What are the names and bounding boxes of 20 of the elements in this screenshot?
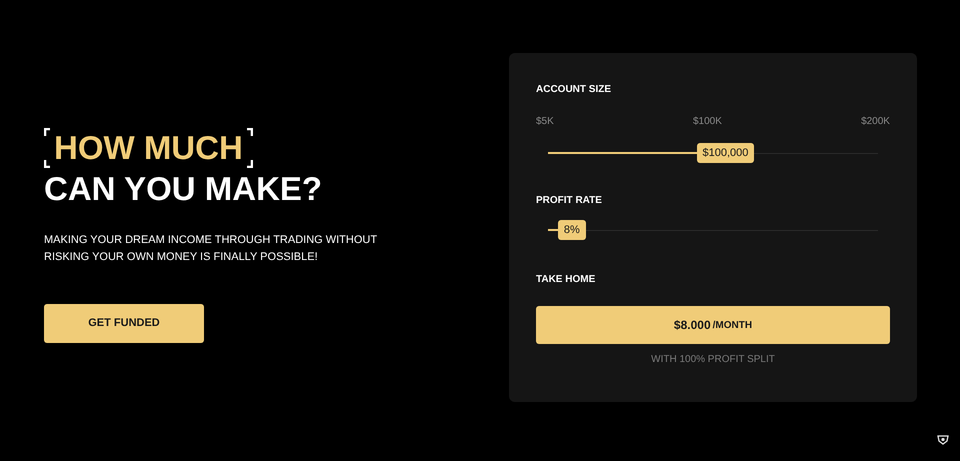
scale-label: $5K [536,115,554,129]
subtitle: MAKING YOUR DREAM INCOME THROUGH TRADING WITHOUT RISKING YOUR OWN MONEY IS FINALLY POSSIBLE! [44,233,378,265]
scale-label: $100K [692,115,722,129]
slider-track[interactable]: $100,000 [548,143,878,163]
get-funded-button[interactable]: GET FUNDED [44,304,204,343]
shield-logo-icon [937,435,949,445]
take-home-label: TAKE HOME [536,273,596,287]
slider-thumb[interactable]: $100,000 [696,143,754,163]
slider-track[interactable]: 8% [548,220,878,240]
right-bracket-icon [246,128,253,168]
headline: CAN YOU MAKE? [44,169,324,209]
slider-thumb[interactable]: 8% [558,220,586,240]
profit-split-note: WITH 100% PROFIT SPLIT [650,353,776,367]
profit-rate-label: PROFIT RATE [536,194,603,208]
headline-highlight: HOW MUCH [54,128,243,168]
account-size-label: ACCOUNT SIZE [536,83,612,97]
take-home-amount: $8.000 [674,317,711,334]
take-home-unit: /MONTH [712,318,752,332]
scale-label: $200K [861,115,890,129]
left-bracket-icon [44,128,51,168]
